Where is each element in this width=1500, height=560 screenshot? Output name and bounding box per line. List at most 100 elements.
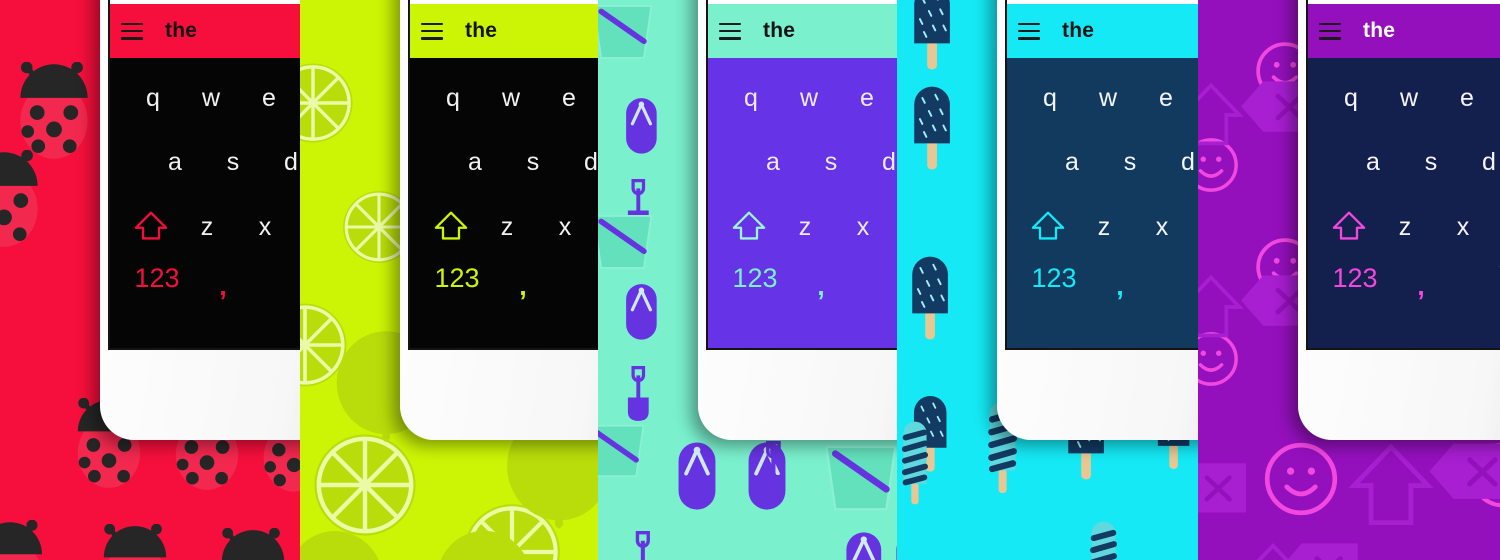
key-a[interactable]: a xyxy=(744,148,802,177)
suggestion-word[interactable]: the xyxy=(1363,19,1395,43)
key-q[interactable]: q xyxy=(1021,84,1079,113)
keyboard[interactable]: qwertyuiop asdfghjkl zxcvbnm 123 , xyxy=(410,58,598,348)
key-a[interactable]: a xyxy=(146,148,204,177)
numeric-key[interactable]: 123 xyxy=(1318,263,1392,294)
key-z[interactable]: z xyxy=(1075,213,1133,242)
comma-key[interactable]: , xyxy=(194,271,252,302)
key-a[interactable]: a xyxy=(1344,148,1402,177)
suggestion-bar[interactable]: the xyxy=(1007,4,1198,58)
key-w[interactable]: w xyxy=(482,84,540,113)
suggestion-bar[interactable]: the xyxy=(410,4,598,58)
hamburger-menu-icon[interactable] xyxy=(1319,22,1341,40)
key-w[interactable]: w xyxy=(780,84,838,113)
key-d[interactable]: d xyxy=(1159,148,1198,177)
phone-bottom-bezel xyxy=(997,350,1198,440)
theme-panel-ladybug-red[interactable]: the qwertyuiop asdfghjkl zxcvbnm 123 , xyxy=(0,0,300,560)
shift-key[interactable] xyxy=(1021,210,1075,244)
theme-panel-lime-green[interactable]: the qwertyuiop asdfghjkl zxcvbnm 123 , xyxy=(300,0,598,560)
key-x[interactable]: x xyxy=(1434,213,1492,242)
suggestion-word[interactable]: the xyxy=(763,19,795,43)
key-x[interactable]: x xyxy=(536,213,594,242)
comma-key[interactable]: , xyxy=(1392,271,1450,302)
key-s[interactable]: s xyxy=(802,148,860,177)
key-d[interactable]: d xyxy=(860,148,897,177)
hamburger-menu-icon[interactable] xyxy=(719,22,741,40)
hamburger-menu-icon[interactable] xyxy=(121,22,143,40)
key-e[interactable]: e xyxy=(540,84,598,113)
comma-key[interactable]: , xyxy=(1091,271,1149,302)
key-c[interactable]: c xyxy=(1191,213,1198,242)
keyboard-row-3: zxcvbnm xyxy=(1007,210,1198,244)
keyboard[interactable]: qwertyuiop asdfghjkl zxcvbnm 123 , xyxy=(110,58,300,348)
comma-key[interactable]: , xyxy=(792,271,850,302)
key-w[interactable]: w xyxy=(182,84,240,113)
phone-device: the qwertyuiop asdfghjkl zxcvbnm 123 , xyxy=(997,0,1198,440)
key-e[interactable]: e xyxy=(1137,84,1195,113)
key-e[interactable]: e xyxy=(1438,84,1496,113)
shift-key[interactable] xyxy=(424,210,478,244)
key-e[interactable]: e xyxy=(838,84,896,113)
key-q[interactable]: q xyxy=(722,84,780,113)
keyboard-row-2: asdfghjkl xyxy=(110,148,300,177)
key-q[interactable]: q xyxy=(124,84,182,113)
keyboard[interactable]: qwertyuiop asdfghjkl zxcvbnm 123 , xyxy=(1007,58,1198,348)
lime-slice-icon xyxy=(300,60,356,151)
key-s[interactable]: s xyxy=(1402,148,1460,177)
hamburger-menu-icon[interactable] xyxy=(1018,22,1040,40)
key-d[interactable]: d xyxy=(562,148,598,177)
phone-device: the qwertyuiop asdfghjkl zxcvbnm 123 , xyxy=(1298,0,1500,440)
key-z[interactable]: z xyxy=(776,213,834,242)
key-s[interactable]: s xyxy=(504,148,562,177)
theme-panel-mint-beach[interactable]: the qwertyuiop asdfghjkl zxcvbnm 123 , xyxy=(598,0,897,560)
key-z[interactable]: z xyxy=(1376,213,1434,242)
numeric-key[interactable]: 123 xyxy=(120,263,194,294)
key-a[interactable]: a xyxy=(1043,148,1101,177)
delete-key-icon xyxy=(1426,440,1500,508)
keyboard[interactable]: qwertyuiop asdfghjkl zxcvbnm 123 , xyxy=(1308,58,1500,348)
keyboard-row-4: 123 , xyxy=(410,263,598,301)
shift-key[interactable] xyxy=(722,210,776,244)
numeric-key[interactable]: 123 xyxy=(420,263,494,294)
key-w[interactable]: w xyxy=(1380,84,1438,113)
numeric-key[interactable]: 123 xyxy=(1017,263,1091,294)
key-q[interactable]: q xyxy=(424,84,482,113)
key-x[interactable]: x xyxy=(236,213,294,242)
flip-flop-icon xyxy=(624,96,659,161)
keyboard-row-2: asdfghjkl xyxy=(410,148,598,177)
phone-device: the qwertyuiop asdfghjkl zxcvbnm 123 , xyxy=(100,0,300,440)
phone-device: the qwertyuiop asdfghjkl zxcvbnm 123 , xyxy=(698,0,897,440)
comma-key[interactable]: , xyxy=(494,271,552,302)
key-d[interactable]: d xyxy=(262,148,300,177)
key-x[interactable]: x xyxy=(1133,213,1191,242)
key-s[interactable]: s xyxy=(1101,148,1159,177)
hamburger-menu-icon[interactable] xyxy=(421,22,443,40)
key-s[interactable]: s xyxy=(204,148,262,177)
key-z[interactable]: z xyxy=(478,213,536,242)
suggestion-bar[interactable]: the xyxy=(708,4,897,58)
suggestion-word[interactable]: the xyxy=(165,19,197,43)
shift-key[interactable] xyxy=(124,210,178,244)
sand-bucket-icon xyxy=(822,440,897,519)
theme-panel-cyan-popsicle[interactable]: the qwertyuiop asdfghjkl zxcvbnm 123 , xyxy=(897,0,1198,560)
key-a[interactable]: a xyxy=(446,148,504,177)
suggestion-bar[interactable]: the xyxy=(110,4,300,58)
key-x[interactable]: x xyxy=(834,213,892,242)
numeric-key[interactable]: 123 xyxy=(718,263,792,294)
theme-panel-purple-emoji[interactable]: the qwertyuiop asdfghjkl zxcvbnm 123 , xyxy=(1198,0,1500,560)
suggestion-word[interactable]: the xyxy=(465,19,497,43)
keyboard[interactable]: qwertyuiop asdfghjkl zxcvbnm 123 , xyxy=(708,58,897,348)
phone-screen: the qwertyuiop asdfghjkl zxcvbnm 123 , xyxy=(1005,0,1198,350)
keyboard-row-2: asdfghjkl xyxy=(1308,148,1500,177)
key-d[interactable]: d xyxy=(1460,148,1500,177)
keyboard-row-3: zxcvbnm xyxy=(1308,210,1500,244)
key-c[interactable]: c xyxy=(1492,213,1500,242)
suggestion-bar[interactable]: the xyxy=(1308,4,1500,58)
key-r[interactable]: r xyxy=(1496,84,1500,113)
phone-screen: the qwertyuiop asdfghjkl zxcvbnm 123 , xyxy=(706,0,897,350)
shift-key[interactable] xyxy=(1322,210,1376,244)
key-q[interactable]: q xyxy=(1322,84,1380,113)
key-z[interactable]: z xyxy=(178,213,236,242)
key-w[interactable]: w xyxy=(1079,84,1137,113)
suggestion-word[interactable]: the xyxy=(1062,19,1094,43)
key-e[interactable]: e xyxy=(240,84,298,113)
